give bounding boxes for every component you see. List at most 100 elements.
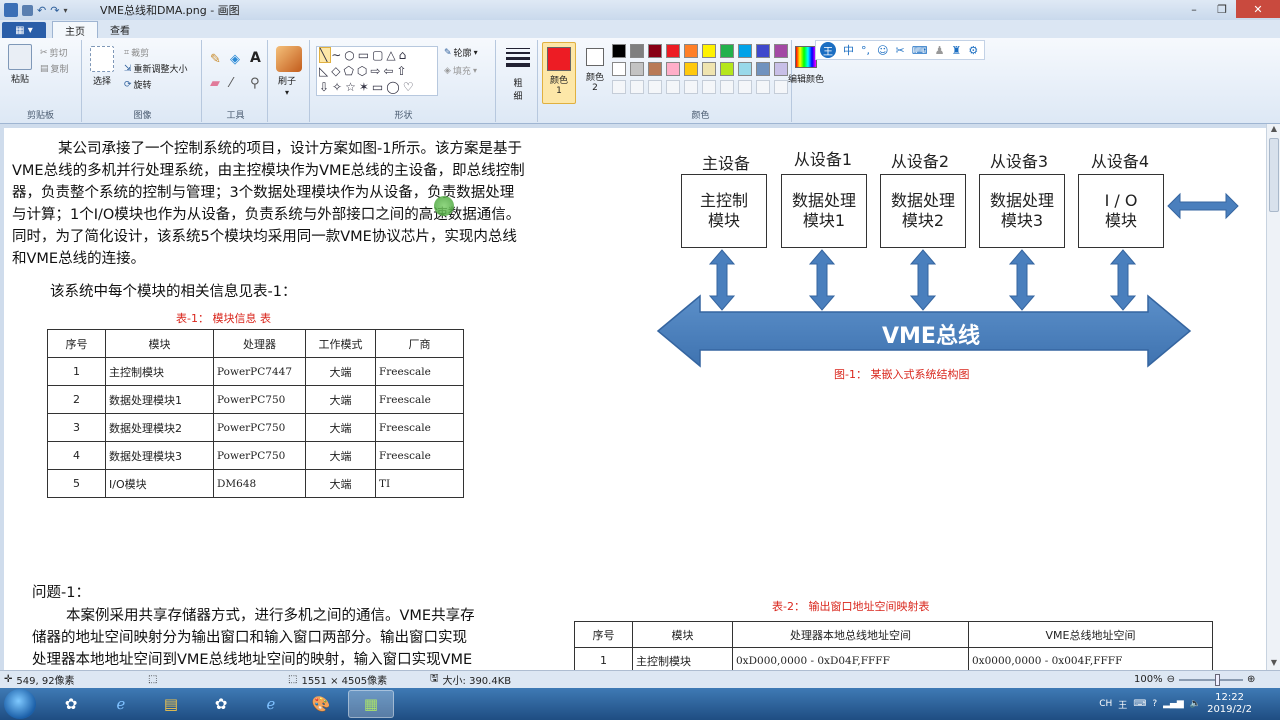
custom-color-slot[interactable] bbox=[630, 80, 644, 94]
palette-swatch[interactable] bbox=[666, 44, 680, 58]
image-canvas[interactable]: 某公司承接了一个控制系统的项目，设计方案如图-1所示。该方案是基于 VME总线的… bbox=[4, 128, 1266, 670]
custom-color-slot[interactable] bbox=[648, 80, 662, 94]
custom-color-slot[interactable] bbox=[612, 80, 626, 94]
tray-help-icon[interactable]: ? bbox=[1152, 699, 1157, 709]
minimize-button[interactable]: – bbox=[1180, 0, 1208, 18]
palette-swatch[interactable] bbox=[612, 62, 626, 76]
palette-swatch[interactable] bbox=[720, 44, 734, 58]
tray-ime-icon[interactable]: 王 bbox=[1118, 698, 1127, 711]
palette-swatch[interactable] bbox=[684, 44, 698, 58]
skin-icon[interactable]: ♜ bbox=[951, 44, 961, 57]
palette-swatch[interactable] bbox=[756, 62, 770, 76]
paste-button[interactable]: 粘贴 bbox=[8, 44, 32, 85]
outline-button[interactable]: ✎ 轮廓 ▾ bbox=[444, 46, 478, 60]
tray-volume-icon[interactable]: 🔈 bbox=[1190, 699, 1201, 709]
taskbar-app-baidu-icon[interactable]: ✿ bbox=[48, 690, 94, 718]
scroll-down-icon[interactable]: ▼ bbox=[1267, 658, 1280, 670]
palette-swatch[interactable] bbox=[630, 44, 644, 58]
rotate-button[interactable]: ⟳ 旋转 bbox=[124, 78, 152, 92]
copy-button[interactable]: ▤ 复制 bbox=[40, 62, 69, 76]
table-header: 处理器本地总线地址空间 bbox=[732, 621, 969, 648]
custom-color-slot[interactable] bbox=[756, 80, 770, 94]
select-button[interactable]: 选择 bbox=[90, 46, 114, 87]
palette-swatch[interactable] bbox=[684, 62, 698, 76]
brush-icon[interactable] bbox=[276, 46, 302, 72]
taskbar-ie-icon[interactable]: ℯ bbox=[98, 690, 144, 718]
fill-bucket-icon[interactable]: ◈ bbox=[230, 52, 240, 67]
palette-swatch[interactable] bbox=[702, 44, 716, 58]
color-picker-icon[interactable]: ⁄ bbox=[230, 76, 232, 91]
start-button[interactable] bbox=[4, 689, 36, 719]
taskbar-explorer-icon[interactable]: ▤ bbox=[148, 690, 194, 718]
tray-network-icon[interactable]: ▂▄▆ bbox=[1163, 699, 1184, 709]
color1-button[interactable]: 颜色 1 bbox=[542, 42, 576, 104]
text-icon[interactable]: A bbox=[250, 50, 261, 66]
palette-swatch[interactable] bbox=[666, 62, 680, 76]
pencil-icon[interactable]: ✎ bbox=[210, 52, 221, 67]
taskbar-paint-icon[interactable]: 🎨 bbox=[298, 690, 344, 718]
table-cell: 主控制模块 bbox=[632, 647, 733, 670]
zoom-out-icon[interactable]: ⊖ bbox=[1167, 674, 1175, 685]
custom-color-slot[interactable] bbox=[720, 80, 734, 94]
crop-button[interactable]: ⌗ 裁剪 bbox=[124, 46, 150, 60]
eraser-icon[interactable]: ▰ bbox=[210, 76, 220, 91]
settings-icon[interactable]: ⚙ bbox=[968, 44, 978, 57]
clock[interactable]: 12:22 2019/2/2 bbox=[1207, 692, 1252, 716]
zoom-slider-thumb[interactable] bbox=[1214, 673, 1220, 686]
taskbar-browser-icon[interactable]: ℯ bbox=[248, 690, 294, 718]
taskbar-app-icon[interactable]: ✿ bbox=[198, 690, 244, 718]
table-cell: 1 bbox=[574, 647, 633, 670]
custom-color-slot[interactable] bbox=[666, 80, 680, 94]
resize-icon: ⇲ bbox=[124, 63, 132, 74]
ime-language-toggle[interactable]: 中 bbox=[843, 42, 854, 58]
keyboard-icon[interactable]: ⌨ bbox=[912, 44, 928, 57]
resize-button[interactable]: ⇲ 重新调整大小 bbox=[124, 62, 188, 76]
shapes-gallery[interactable]: ╲∼○▭▢△⌂ ◺◇⬠⬡⇨⇦⇧ ⇩✧☆✶▭◯♡ bbox=[316, 46, 438, 96]
palette-swatch[interactable] bbox=[702, 62, 716, 76]
palette-swatch[interactable] bbox=[648, 62, 662, 76]
custom-color-slot[interactable] bbox=[738, 80, 752, 94]
scroll-thumb[interactable] bbox=[1269, 138, 1279, 212]
punctuation-icon[interactable]: °, bbox=[861, 44, 870, 57]
palette-swatch[interactable] bbox=[648, 44, 662, 58]
zoom-in-icon[interactable]: ⊕ bbox=[1247, 674, 1255, 685]
zoom-slider[interactable] bbox=[1178, 673, 1243, 686]
taskbar-active-app-icon[interactable]: ▦ bbox=[348, 690, 394, 718]
ime-logo-icon[interactable]: 王 bbox=[820, 42, 836, 58]
crop-label: 裁剪 bbox=[131, 49, 150, 59]
save-icon[interactable] bbox=[22, 4, 33, 16]
emoji-icon[interactable]: ☺ bbox=[877, 44, 888, 57]
palette-swatch[interactable] bbox=[720, 62, 734, 76]
tools-icon[interactable]: ✂ bbox=[895, 44, 904, 57]
magnifier-icon[interactable]: ⚲ bbox=[250, 76, 260, 91]
palette-swatch[interactable] bbox=[630, 62, 644, 76]
tab-view[interactable]: 查看 bbox=[98, 21, 142, 38]
canvas-area[interactable]: 某公司承接了一个控制系统的项目，设计方案如图-1所示。该方案是基于 VME总线的… bbox=[0, 124, 1280, 670]
palette-swatch[interactable] bbox=[738, 62, 752, 76]
custom-color-slot[interactable] bbox=[684, 80, 698, 94]
palette-swatch[interactable] bbox=[738, 44, 752, 58]
file-menu-button[interactable]: ▦ ▾ bbox=[2, 22, 46, 38]
maximize-button[interactable]: ❐ bbox=[1208, 0, 1236, 18]
scroll-up-icon[interactable]: ▲ bbox=[1267, 124, 1280, 136]
line-size-icon[interactable] bbox=[506, 48, 530, 67]
fill-button[interactable]: ◈ 填充 ▾ bbox=[444, 64, 477, 78]
custom-color-slot[interactable] bbox=[702, 80, 716, 94]
brush-dropdown-icon[interactable]: ▾ bbox=[285, 88, 289, 97]
user-icon[interactable]: ♟ bbox=[935, 44, 945, 57]
customize-qa-icon[interactable]: ▾ bbox=[63, 6, 67, 15]
undo-icon[interactable]: ↶ bbox=[37, 4, 46, 17]
vertical-scrollbar[interactable]: ▲ ▼ bbox=[1266, 124, 1280, 670]
cut-button[interactable]: ✂ 剪切 bbox=[40, 46, 68, 60]
window-title: VME总线和DMA.png - 画图 bbox=[100, 4, 240, 17]
tray-keyboard-icon[interactable]: ⌨ bbox=[1133, 699, 1146, 709]
tab-home[interactable]: 主页 bbox=[52, 21, 98, 38]
input-language[interactable]: CH bbox=[1099, 699, 1112, 709]
diagram-label: 主设备 bbox=[701, 154, 750, 173]
color2-button[interactable]: 颜色 2 bbox=[580, 42, 610, 104]
palette-swatch[interactable] bbox=[612, 44, 626, 58]
crop-icon: ⌗ bbox=[124, 47, 130, 58]
redo-icon[interactable]: ↷ bbox=[50, 4, 59, 17]
palette-swatch[interactable] bbox=[756, 44, 770, 58]
close-button[interactable]: ✕ bbox=[1236, 0, 1280, 18]
